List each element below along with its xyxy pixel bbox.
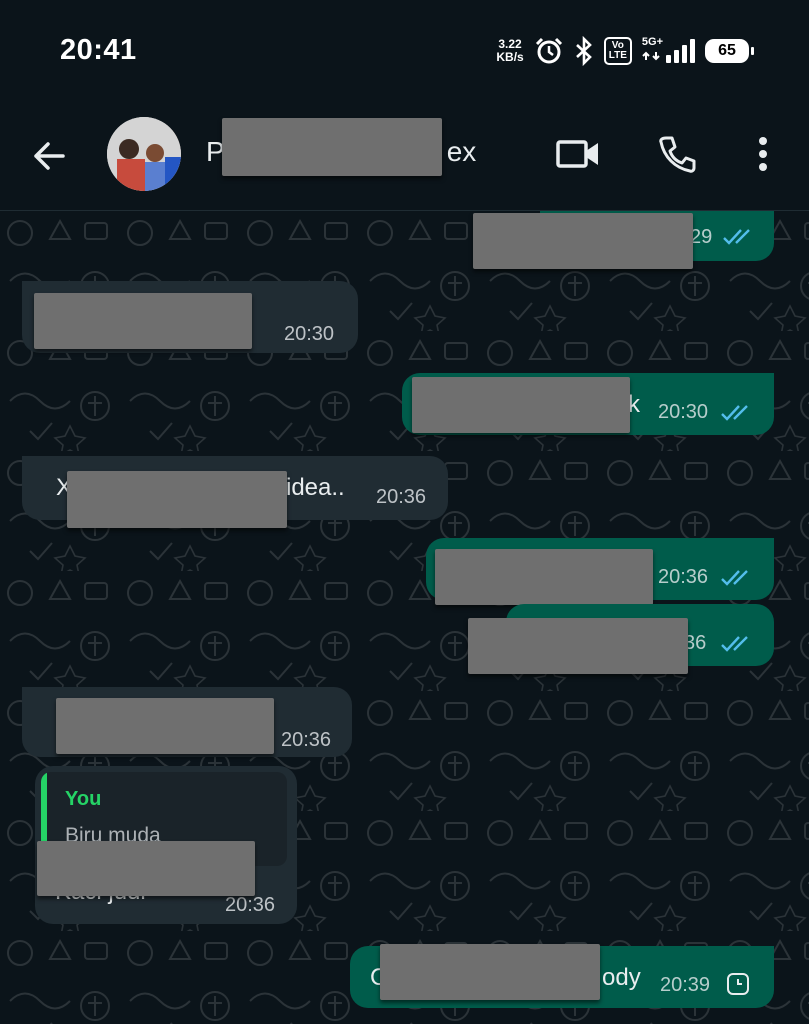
message-time: 20:36	[281, 729, 332, 751]
redaction-box	[37, 841, 255, 896]
volte-badge: Vo LTE	[603, 37, 632, 65]
voice-call-button[interactable]	[653, 130, 701, 178]
message-time: 20:39	[660, 974, 711, 996]
redaction-box	[435, 549, 653, 605]
message-time: 20:30	[284, 323, 335, 345]
bluetooth-icon	[575, 36, 592, 66]
redaction-box	[412, 377, 630, 433]
redaction-box	[222, 118, 442, 176]
status-time: 20:41	[60, 34, 137, 66]
message-time: 20:30	[658, 401, 709, 423]
contact-avatar[interactable]	[107, 117, 181, 191]
signal-bars-icon	[666, 39, 695, 63]
network-speed: 3.22 KB/s	[496, 37, 524, 64]
message-time: 20:36	[376, 486, 427, 508]
more-options-button[interactable]	[739, 130, 787, 178]
message-text: ody	[602, 964, 641, 991]
phone-icon	[659, 136, 696, 173]
read-ticks-icon	[721, 570, 748, 586]
battery-icon: 65	[705, 39, 754, 63]
redaction-box	[468, 618, 688, 674]
quote-author: You	[65, 788, 102, 810]
data-arrows-icon	[642, 51, 660, 61]
status-icons: 3.22 KB/s Vo LTE 5G+ 65	[496, 34, 754, 68]
message-list[interactable]: 29 20:30 k 20:30 X idea.. 20:36 20:36 36	[0, 211, 809, 1024]
redaction-box	[473, 213, 693, 269]
read-ticks-icon	[721, 636, 748, 652]
clock-icon	[727, 973, 749, 995]
video-call-button[interactable]	[554, 130, 602, 178]
alarm-icon	[535, 37, 562, 64]
message-time: 29	[690, 226, 713, 248]
signal-indicator: 5G+	[642, 36, 695, 66]
message-text: idea..	[286, 474, 345, 501]
more-vertical-icon	[759, 137, 767, 171]
message-time: 20:36	[658, 566, 709, 588]
read-ticks-icon	[721, 405, 748, 421]
message-time: 20:36	[225, 894, 276, 916]
status-bar: 20:41 3.22 KB/s Vo LTE 5G+ 65	[0, 0, 809, 100]
read-ticks-icon	[723, 229, 750, 245]
redaction-box	[380, 944, 600, 1000]
redaction-box	[34, 293, 252, 349]
arrow-left-icon[interactable]	[28, 135, 70, 177]
redaction-box	[67, 471, 287, 528]
redaction-box	[56, 698, 274, 754]
video-camera-icon	[556, 140, 598, 168]
